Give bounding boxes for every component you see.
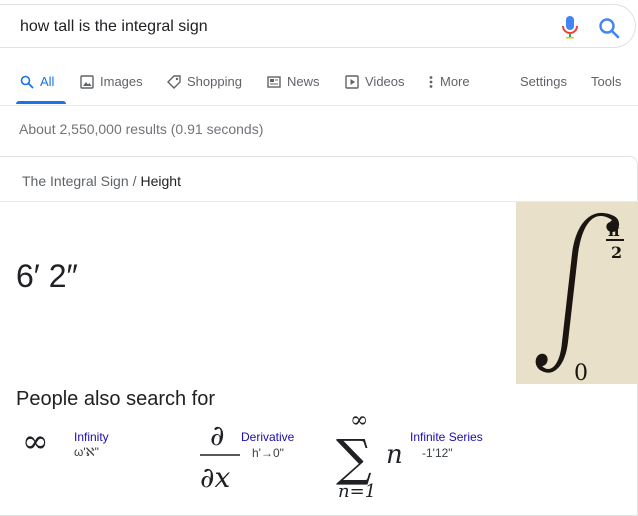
tab-images-label: Images — [100, 74, 143, 89]
answer-value: 6′ 2″ — [16, 258, 78, 294]
settings-link[interactable]: Settings — [520, 74, 567, 106]
tab-news-label: News — [287, 74, 320, 89]
search-tabs: All Images Shopping News Videos More Set… — [0, 62, 638, 106]
pasf-sub: -1'12" — [422, 446, 453, 460]
pasf-sub: ω'ℵ" — [74, 445, 99, 459]
play-icon — [345, 75, 359, 89]
tag-icon — [167, 75, 181, 89]
tools-label: Tools — [591, 74, 622, 89]
svg-text:∑: ∑ — [336, 429, 372, 487]
svg-text:n=1: n=1 — [338, 481, 376, 500]
result-stats: About 2,550,000 results (0.91 seconds) — [19, 121, 264, 137]
search-icon[interactable] — [598, 17, 620, 39]
people-also-search-title: People also search for — [16, 388, 216, 410]
summation-icon: ∞ ∑ n n=1 — [336, 408, 403, 500]
pasf-sub: h'→0" — [252, 446, 284, 460]
search-input[interactable]: how tall is the integral sign — [20, 18, 208, 36]
pasf-item-derivative[interactable]: ∂ ∂x Derivative h'→0" — [190, 415, 330, 500]
infinity-symbol-icon: ∞ — [22, 422, 49, 460]
tab-images[interactable]: Images — [80, 74, 143, 106]
breadcrumb: The Integral Sign / Height — [22, 173, 181, 189]
active-tab-indicator — [16, 101, 66, 104]
pasf-name: Infinity — [74, 430, 109, 444]
breadcrumb-separator: / — [132, 173, 137, 189]
mic-icon[interactable] — [560, 15, 580, 39]
settings-label: Settings — [520, 74, 567, 89]
lower-limit-text: 0 — [574, 361, 588, 384]
tab-news[interactable]: News — [267, 74, 320, 106]
svg-text:π: π — [608, 221, 620, 240]
svg-text:∂: ∂ — [210, 419, 224, 452]
integral-sign-image[interactable]: π 2 0 — [516, 202, 638, 386]
search-icon — [20, 75, 34, 89]
breadcrumb-current: Height — [140, 173, 181, 189]
tab-videos-label: Videos — [365, 74, 405, 89]
svg-text:∂x: ∂x — [200, 461, 230, 493]
integral-sign-glyph: π 2 0 — [516, 202, 638, 386]
tabs-divider — [0, 105, 638, 106]
tab-videos[interactable]: Videos — [345, 74, 405, 106]
svg-text:n: n — [386, 440, 403, 470]
more-vert-icon — [429, 76, 433, 88]
pasf-name: Infinite Series — [410, 430, 483, 444]
breadcrumb-parent[interactable]: The Integral Sign — [22, 173, 129, 189]
partial-derivative-icon: ∂ ∂x — [200, 419, 240, 493]
tab-all-label: All — [40, 74, 55, 89]
tab-shopping-label: Shopping — [187, 74, 242, 89]
pasf-name: Derivative — [241, 430, 295, 444]
tab-shopping[interactable]: Shopping — [167, 74, 242, 106]
news-icon — [267, 76, 281, 88]
search-bar[interactable]: how tall is the integral sign — [0, 4, 636, 48]
tab-more-label: More — [440, 74, 470, 89]
tab-more[interactable]: More — [428, 74, 470, 106]
pasf-item-infinity[interactable]: ∞ Infinity ω'ℵ" — [0, 420, 180, 500]
pasf-item-infinite-series[interactable]: ∞ ∑ n n=1 Infinite Series -1'12" — [330, 405, 630, 500]
image-icon — [80, 75, 94, 89]
svg-text:2: 2 — [611, 243, 622, 262]
tools-link[interactable]: Tools — [591, 74, 621, 106]
